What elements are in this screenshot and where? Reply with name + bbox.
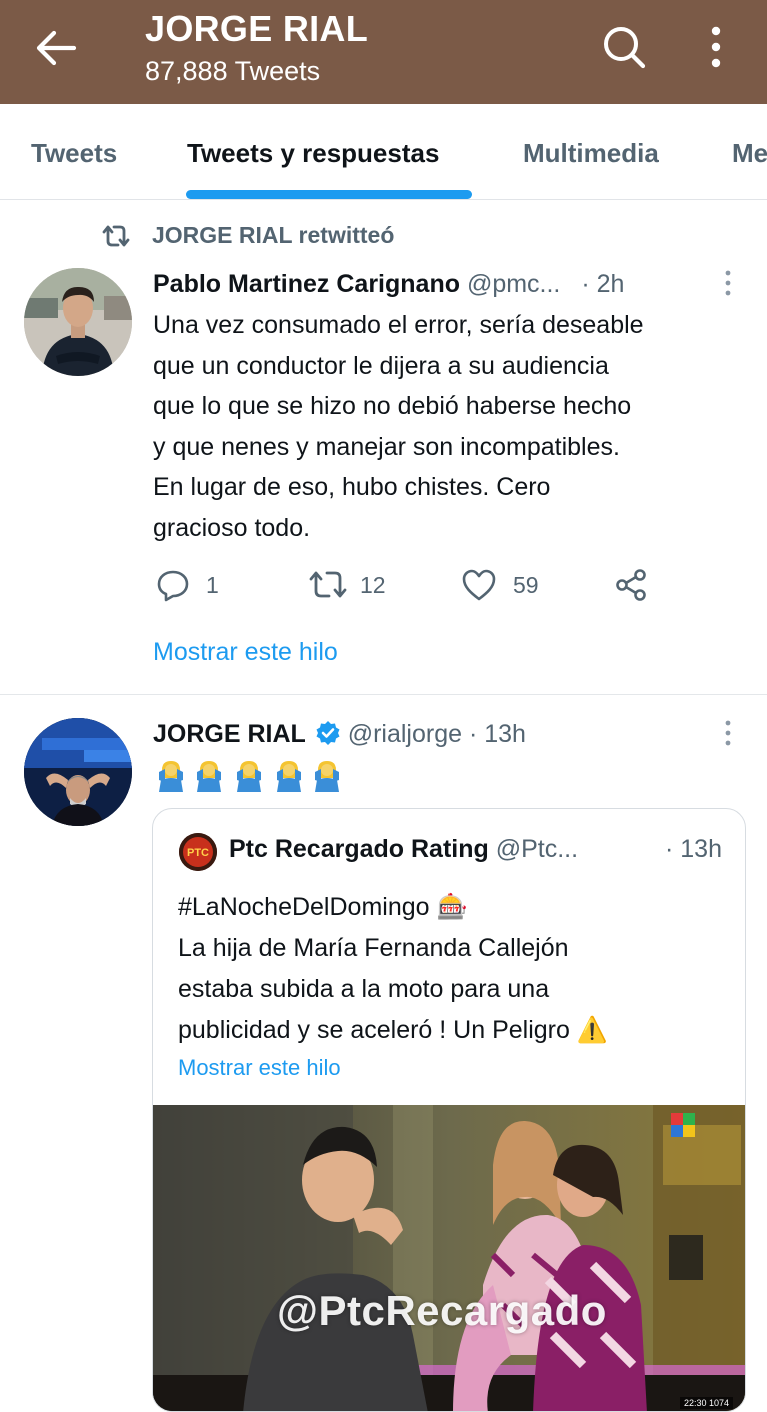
quoted-tweet-text: #LaNocheDelDomingo 🎰 La hija de María Fe…	[178, 893, 608, 1044]
author-handle[interactable]: @rialjorge	[348, 720, 462, 748]
quoted-author-avatar[interactable]: PTC	[179, 833, 217, 871]
ptc-logo-icon: PTC	[179, 833, 217, 871]
reply-count: 1	[206, 572, 219, 598]
quoted-tweet-card[interactable]: PTC Ptc Recargado Rating @Ptc... · 13h #…	[152, 808, 746, 1412]
verified-badge-icon	[316, 721, 340, 745]
more-options-icon[interactable]	[704, 24, 728, 70]
logo-text: PTC	[187, 847, 209, 859]
reply-icon	[157, 570, 189, 602]
quoted-tweet-header: Ptc Recargado Rating @Ptc...	[229, 835, 578, 864]
active-tab-indicator	[186, 190, 472, 199]
crying-emoji-icon	[197, 761, 221, 792]
retweet-icon	[102, 225, 130, 247]
crying-emoji-icon	[315, 761, 339, 792]
quoted-tweet-time[interactable]: · 13h	[665, 835, 722, 864]
author-handle[interactable]: @pmc...	[467, 270, 560, 298]
profile-title: JORGE RIAL	[145, 8, 369, 49]
tab-multimedia[interactable]: Multimedia	[523, 138, 659, 169]
profile-tabs: Tweets Tweets y respuestas Multimedia Me	[0, 104, 767, 200]
like-button[interactable]: 59	[461, 566, 571, 606]
quoted-author-name[interactable]: Ptc Recargado Rating	[229, 835, 489, 863]
share-icon	[616, 569, 646, 601]
crying-emoji-icon	[237, 761, 261, 792]
back-arrow-icon[interactable]	[34, 28, 78, 68]
tweet-header: JORGE RIAL @rialjorge · 13h	[153, 720, 526, 749]
tweet-time[interactable]: · 13h	[469, 720, 526, 748]
crying-emoji-icon	[159, 761, 183, 792]
avatar-photo	[24, 268, 132, 376]
video-frame-image	[153, 1105, 745, 1411]
share-button[interactable]	[614, 566, 654, 606]
avatar[interactable]	[24, 718, 132, 826]
like-count: 59	[513, 572, 539, 598]
retweet-verb: retwitteó	[298, 222, 395, 248]
tweet-count: 87,888 Tweets	[145, 56, 321, 86]
tab-me-gusta[interactable]: Me	[732, 138, 767, 169]
retweet-icon	[309, 571, 347, 598]
search-icon[interactable]	[601, 24, 647, 70]
quoted-show-thread-link[interactable]: Mostrar este hilo	[178, 1055, 341, 1081]
heart-icon	[462, 569, 496, 601]
author-name[interactable]: Pablo Martinez Carignano	[153, 270, 460, 298]
tweet-time[interactable]: · 2h	[581, 270, 624, 298]
tab-tweets[interactable]: Tweets	[31, 138, 117, 169]
retweet-button[interactable]: 12	[308, 566, 418, 606]
retweet-count: 12	[360, 572, 386, 598]
profile-header: JORGE RIAL 87,888 Tweets	[0, 0, 767, 104]
crying-emoji-icon	[277, 761, 301, 792]
video-timestamp: 22:30 1074	[679, 1397, 733, 1409]
tab-tweets-y-respuestas[interactable]: Tweets y respuestas	[187, 138, 439, 169]
tweet-menu-icon[interactable]	[724, 720, 732, 746]
retweet-label: JORGE RIAL retwitteó	[152, 222, 394, 249]
avatar-photo	[24, 718, 132, 826]
quoted-tweet-media[interactable]: @PtcRecargado 22:30 1074	[153, 1105, 745, 1411]
show-thread-link[interactable]: Mostrar este hilo	[153, 638, 338, 667]
reply-button[interactable]: 1	[156, 566, 246, 606]
avatar[interactable]	[24, 268, 132, 376]
tweet-menu-icon[interactable]	[724, 270, 732, 296]
tweet-text: Una vez consumado el error, sería deseab…	[153, 311, 644, 542]
retweeter-name[interactable]: JORGE RIAL	[152, 222, 292, 248]
tweet-header: Pablo Martinez Carignano @pmc... · 2h	[153, 270, 624, 299]
author-name[interactable]: JORGE RIAL	[153, 720, 306, 748]
tweet-divider	[0, 694, 767, 695]
quoted-author-handle[interactable]: @Ptc...	[496, 835, 578, 863]
video-watermark: @PtcRecargado	[277, 1287, 607, 1334]
